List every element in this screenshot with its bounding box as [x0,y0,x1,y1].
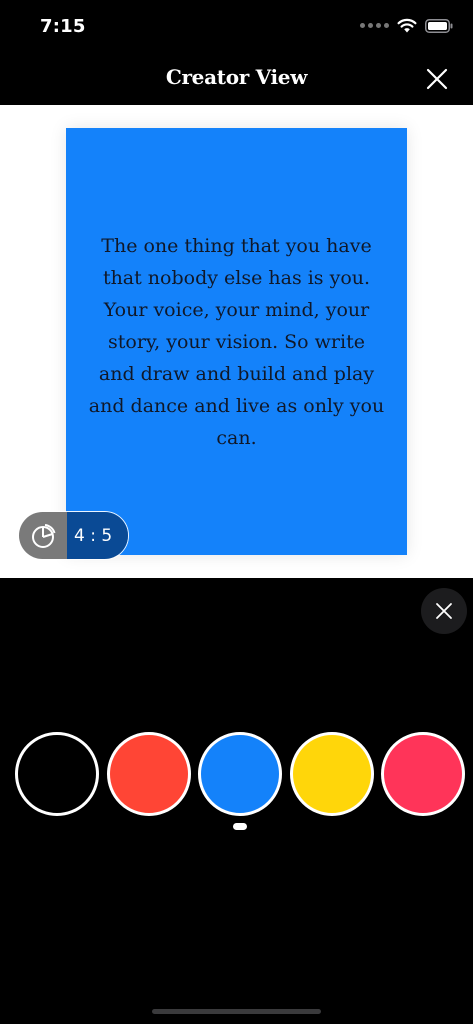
battery-icon [425,18,453,33]
color-panel [0,578,473,1024]
aspect-ratio-icon-wrap [19,512,67,559]
wifi-icon [397,18,417,33]
status-bar: 7:15 [0,0,473,56]
color-swatches [0,732,473,818]
color-swatch-blue[interactable] [198,732,282,816]
color-swatch-red[interactable] [107,732,191,816]
selected-indicator [233,823,247,830]
color-swatch-pink[interactable] [381,732,465,816]
post-quote-text[interactable]: The one thing that you have that nobody … [88,230,385,454]
color-swatch-black[interactable] [15,732,99,816]
close-icon [426,68,448,90]
home-indicator [152,1009,321,1014]
signal-icon [360,23,389,28]
nav-bar: Creator View [0,56,473,105]
close-button[interactable] [425,67,449,91]
aspect-ratio-icon [32,523,56,548]
aspect-ratio-toggle[interactable]: 4 : 5 [18,511,129,560]
panel-close-button[interactable] [421,588,467,634]
status-icons [360,18,453,33]
post-card[interactable]: The one thing that you have that nobody … [66,128,407,555]
close-icon [436,603,452,619]
status-time: 7:15 [40,16,86,37]
aspect-ratio-label: 4 : 5 [67,512,128,559]
color-swatch-yellow[interactable] [290,732,374,816]
canvas-area: The one thing that you have that nobody … [0,105,473,578]
page-title: Creator View [165,65,308,89]
